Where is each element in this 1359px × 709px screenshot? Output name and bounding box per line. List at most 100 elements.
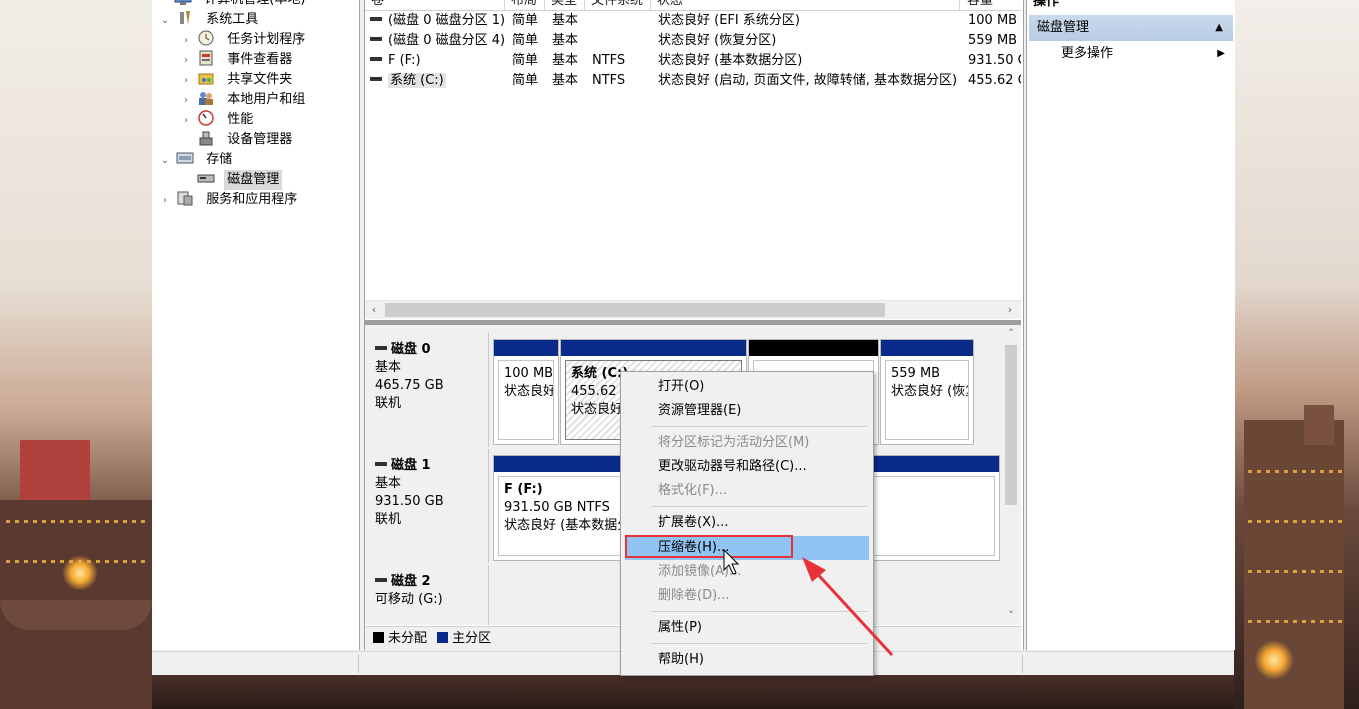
tree-item-device-manager[interactable]: 设备管理器 <box>179 130 295 150</box>
event-viewer-icon <box>197 50 215 66</box>
tree-item-services-applications[interactable]: › 服务和应用程序 <box>158 190 300 210</box>
tree-item-local-users-groups[interactable]: › 本地用户和组 <box>179 90 308 110</box>
disk-state: 联机 <box>375 512 402 527</box>
column-header-type[interactable]: 类型 <box>545 0 585 10</box>
tree-item-computer-management[interactable]: 计算机管理(本地) <box>156 0 308 10</box>
expander-closed-icon[interactable]: › <box>158 191 172 211</box>
column-header-volume[interactable]: 卷 <box>365 0 505 10</box>
column-header-filesystem[interactable]: 文件系统 <box>585 0 651 10</box>
column-header-capacity[interactable]: 容量 <box>961 0 1021 10</box>
tree-item-task-scheduler[interactable]: › 任务计划程序 <box>179 30 308 50</box>
disk-icon <box>375 346 387 350</box>
disk-0-label[interactable]: 磁盘 0 基本 465.75 GB 联机 <box>367 333 489 447</box>
menu-separator <box>651 643 867 644</box>
expander-open-icon[interactable]: ⌄ <box>158 11 172 31</box>
tree-item-storage[interactable]: ⌄ 存储 <box>158 150 235 170</box>
scroll-right-icon[interactable]: › <box>1001 301 1019 319</box>
volume-status: 状态良好 (恢复分区) <box>658 33 777 48</box>
partition-size: 559 MB <box>891 366 941 381</box>
tree-item-label: 性能 <box>227 112 254 127</box>
menu-item-open[interactable]: 打开(O) <box>625 375 869 399</box>
volume-status: 状态良好 (基本数据分区) <box>658 53 803 68</box>
performance-icon <box>197 110 215 126</box>
desktop-background-bottom <box>152 674 1234 709</box>
menu-item-delete-volume: 删除卷(D)... <box>658 588 730 603</box>
expander-closed-icon[interactable]: › <box>179 71 193 91</box>
tree-item-system-tools[interactable]: ⌄ 系统工具 <box>158 10 261 30</box>
expander-open-icon[interactable]: ⌄ <box>158 151 172 171</box>
background-lights <box>1248 520 1342 523</box>
column-header-status[interactable]: 状态 <box>651 0 960 10</box>
menu-item-mark-active: 将分区标记为活动分区(M) <box>658 435 810 450</box>
volume-row[interactable]: F (F:) 简单 基本 NTFS 状态良好 (基本数据分区) 931.50 G <box>365 51 1021 71</box>
column-header-layout[interactable]: 布局 <box>505 0 545 10</box>
tree-item-label: 服务和应用程序 <box>206 192 298 207</box>
expander-closed-icon[interactable]: › <box>179 111 193 131</box>
volume-name-cell: (磁盘 0 磁盘分区 4) <box>365 31 505 51</box>
users-icon <box>197 90 215 106</box>
disk-size: 931.50 GB <box>375 494 444 509</box>
shared-folder-icon <box>197 70 215 86</box>
scroll-down-icon[interactable]: ˅ <box>1002 607 1020 625</box>
clock-icon <box>197 30 215 46</box>
scroll-left-icon[interactable]: ‹ <box>365 301 383 319</box>
volume-list: 卷 布局 类型 文件系统 状态 容量 (磁盘 0 磁盘分区 1) 简单 基本 状… <box>365 0 1021 300</box>
disk-management-icon <box>197 170 215 186</box>
device-manager-icon <box>197 130 215 146</box>
more-actions-item[interactable]: 更多操作 ▶ <box>1061 44 1225 64</box>
volume-status: 状态良好 (EFI 系统分区) <box>658 13 800 28</box>
expander-closed-icon[interactable]: › <box>179 51 193 71</box>
actions-section-disk-management[interactable]: 磁盘管理 ▲ <box>1029 15 1233 41</box>
services-icon <box>176 190 194 206</box>
partition-size: 100 MB <box>504 366 554 381</box>
tree-item-event-viewer[interactable]: › 事件查看器 <box>179 50 295 70</box>
horizontal-scrollbar[interactable]: ‹ › <box>365 300 1021 319</box>
volume-filesystem: NTFS <box>592 73 626 88</box>
menu-item-extend-volume[interactable]: 扩展卷(X)... <box>625 511 869 535</box>
menu-item-change-drive-letter[interactable]: 更改驱动器号和路径(C)... <box>625 455 869 479</box>
volume-row[interactable]: (磁盘 0 磁盘分区 4) 简单 基本 状态良好 (恢复分区) 559 MB <box>365 31 1021 51</box>
disk-name: 磁盘 2 <box>391 574 431 589</box>
status-bar-divider <box>1022 655 1023 673</box>
disk-1-label[interactable]: 磁盘 1 基本 931.50 GB 联机 <box>367 449 489 563</box>
volume-name: (磁盘 0 磁盘分区 4) <box>388 33 506 48</box>
volume-layout: 简单 <box>512 53 539 68</box>
storage-icon <box>176 150 194 166</box>
scrollbar-thumb[interactable] <box>385 303 885 317</box>
volume-row[interactable]: (磁盘 0 磁盘分区 1) 简单 基本 状态良好 (EFI 系统分区) 100 … <box>365 11 1021 31</box>
partition-efi[interactable]: 100 MB 状态良好 <box>493 339 559 445</box>
tree-item-label: 本地用户和组 <box>227 92 306 107</box>
scrollbar-thumb[interactable] <box>1005 345 1017 505</box>
disk-icon <box>375 578 387 582</box>
volume-layout: 简单 <box>512 73 539 88</box>
more-actions-label: 更多操作 <box>1061 46 1114 61</box>
partition-status: 状态良好 <box>504 384 554 399</box>
menu-item-explorer[interactable]: 资源管理器(E) <box>625 399 869 423</box>
partition-type-bar <box>494 340 558 356</box>
collapse-up-icon[interactable]: ▲ <box>1215 15 1223 41</box>
partition-recovery[interactable]: 559 MB 状态良好 (恢复 <box>880 339 974 445</box>
expander-closed-icon[interactable]: › <box>179 31 193 51</box>
tree-item-shared-folders[interactable]: › 共享文件夹 <box>179 70 295 90</box>
background-lights <box>1248 570 1342 573</box>
volume-name-cell: 系统 (C:) <box>365 71 446 91</box>
volume-row-selected[interactable]: 系统 (C:) 简单 基本 NTFS 状态良好 (启动, 页面文件, 故障转储,… <box>365 71 1021 91</box>
volume-name: 系统 (C:) <box>388 73 446 88</box>
scroll-up-icon[interactable]: ˄ <box>1002 325 1020 343</box>
vertical-scrollbar[interactable]: ˄ ˅ <box>1001 325 1021 625</box>
legend-unallocated: 未分配 <box>388 631 428 646</box>
menu-item-properties[interactable]: 属性(P) <box>625 616 869 640</box>
menu-item-help[interactable]: 帮助(H) <box>625 648 869 672</box>
tree-item-label: 存储 <box>206 152 233 167</box>
tree-item-disk-management[interactable]: 磁盘管理 <box>179 170 283 190</box>
volume-layout: 简单 <box>512 33 539 48</box>
disk-type: 可移动 (G:) <box>375 592 443 607</box>
legend-primary: 主分区 <box>452 631 492 646</box>
status-bar-divider <box>358 655 359 673</box>
menu-separator <box>651 506 867 507</box>
tree-item-performance[interactable]: › 性能 <box>179 110 256 130</box>
disk-2-label[interactable]: 磁盘 2 可移动 (G:) <box>367 565 489 625</box>
expander-closed-icon[interactable]: › <box>179 91 193 111</box>
tools-icon <box>176 10 194 26</box>
partition-body: 559 MB 状态良好 (恢复 <box>885 360 969 440</box>
